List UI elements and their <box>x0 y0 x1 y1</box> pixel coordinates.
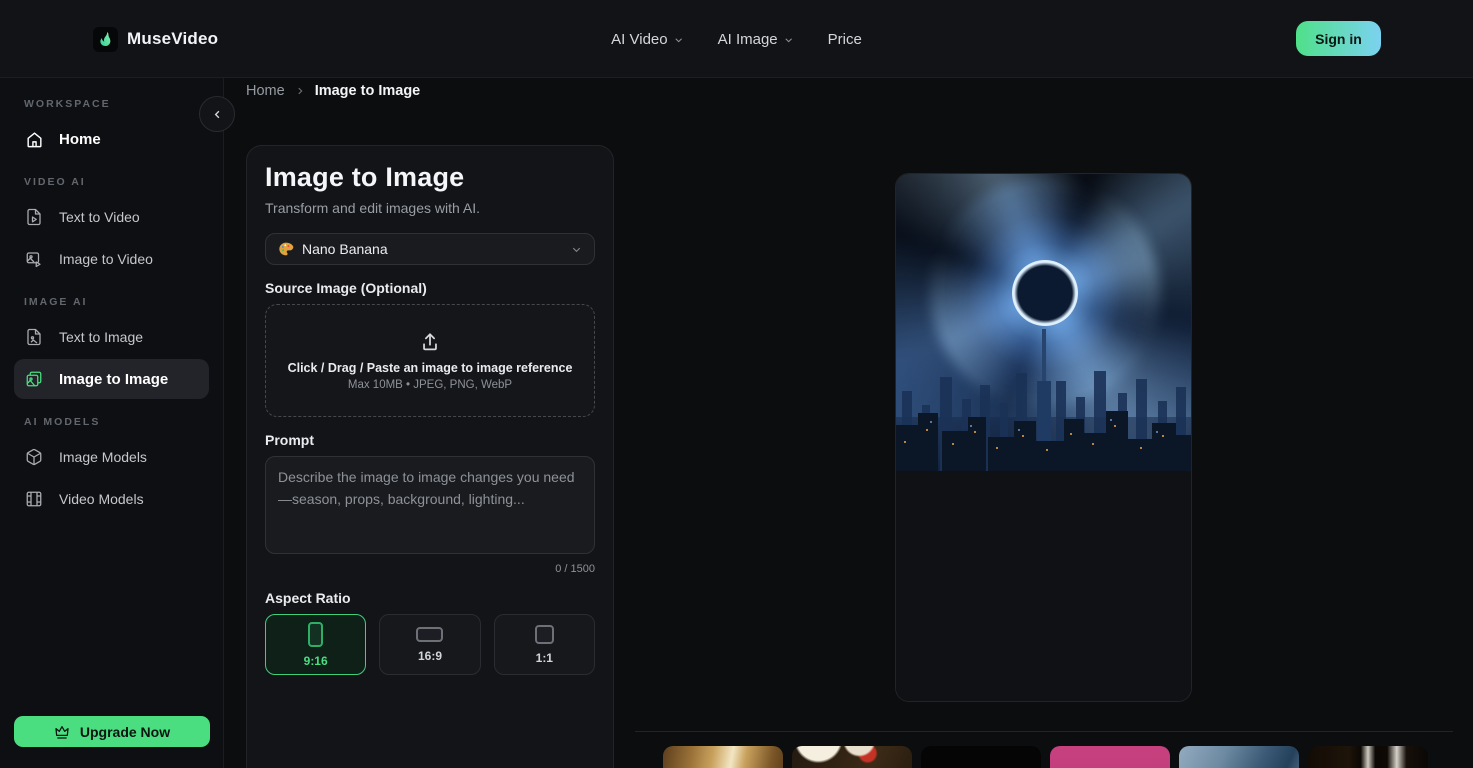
aspect-option-1-1[interactable]: 1:1 <box>494 614 595 675</box>
gallery-divider <box>635 731 1453 732</box>
portrait-ratio-icon <box>308 622 323 647</box>
image-to-image-icon <box>24 369 44 389</box>
character-counter: 0 / 1500 <box>265 563 595 575</box>
sign-in-button[interactable]: Sign in <box>1296 21 1381 56</box>
nav-item-ai-video[interactable]: AI Video <box>611 31 683 48</box>
flame-icon <box>93 27 118 52</box>
preview-empty-area <box>896 471 1191 702</box>
source-image-label: Source Image (Optional) <box>265 280 595 296</box>
chevron-down-icon <box>571 244 582 255</box>
palette-icon <box>278 241 294 257</box>
home-icon <box>24 129 44 149</box>
sidebar-section-video-ai: VIDEO AI <box>0 176 223 188</box>
city-skyline <box>896 321 1192 471</box>
model-select-value: Nano Banana <box>302 241 388 257</box>
gallery-thumbnail[interactable] <box>792 746 912 768</box>
video-models-icon <box>24 489 44 509</box>
crown-icon <box>54 724 70 740</box>
brand[interactable]: MuseVideo <box>93 0 218 78</box>
sidebar-item-image-to-video[interactable]: Image to Video <box>14 239 209 279</box>
preview-image <box>896 174 1192 471</box>
chevron-right-icon <box>295 86 305 96</box>
gallery-thumbnail[interactable] <box>1050 746 1170 768</box>
sidebar: WORKSPACE Home VIDEO AI Text to Video Im… <box>0 78 224 768</box>
gallery-thumbnail[interactable] <box>1179 746 1299 768</box>
breadcrumb-current: Image to Image <box>315 83 421 99</box>
brand-name: MuseVideo <box>127 29 218 49</box>
image-to-video-icon <box>24 249 44 269</box>
gallery-thumbnail[interactable] <box>1308 746 1428 768</box>
aspect-ratio-options: 9:16 16:9 1:1 <box>265 614 595 675</box>
gallery-strip <box>663 746 1428 768</box>
app-screen: MuseVideo AI Video AI Image Price Sign i… <box>0 0 1473 768</box>
top-header: MuseVideo AI Video AI Image Price Sign i… <box>0 0 1473 78</box>
prompt-label: Prompt <box>265 432 595 448</box>
upload-icon <box>419 331 441 353</box>
page-subtitle: Transform and edit images with AI. <box>265 200 595 216</box>
page-title: Image to Image <box>265 162 595 193</box>
sidebar-item-home[interactable]: Home <box>14 119 209 159</box>
gallery-thumbnail[interactable] <box>921 746 1041 768</box>
model-select[interactable]: Nano Banana <box>265 233 595 265</box>
sidebar-collapse-button[interactable] <box>199 96 235 132</box>
image-models-icon <box>24 447 44 467</box>
nav-item-price[interactable]: Price <box>828 31 862 48</box>
chevron-left-icon <box>212 109 223 120</box>
aspect-ratio-label: Aspect Ratio <box>265 590 595 606</box>
top-nav: AI Video AI Image Price <box>611 0 862 78</box>
text-to-video-icon <box>24 207 44 227</box>
sidebar-item-image-to-image[interactable]: Image to Image <box>14 359 209 399</box>
landscape-ratio-icon <box>416 627 443 642</box>
chevron-down-icon <box>674 35 684 45</box>
chevron-down-icon <box>784 35 794 45</box>
upload-main-text: Click / Drag / Paste an image to image r… <box>288 361 573 375</box>
sidebar-section-image-ai: IMAGE AI <box>0 296 223 308</box>
breadcrumb: Home Image to Image <box>246 83 420 99</box>
image-to-image-form-panel: Image to Image Transform and edit images… <box>246 145 614 768</box>
nav-item-ai-image[interactable]: AI Image <box>718 31 794 48</box>
breadcrumb-home-link[interactable]: Home <box>246 83 285 99</box>
sidebar-item-text-to-image[interactable]: Text to Image <box>14 317 209 357</box>
gallery-thumbnail[interactable] <box>663 746 783 768</box>
sidebar-item-image-models[interactable]: Image Models <box>14 437 209 477</box>
aspect-option-9-16[interactable]: 9:16 <box>265 614 366 675</box>
preview-card <box>895 173 1192 702</box>
vortex-orb <box>1012 260 1078 326</box>
upload-sub-text: Max 10MB • JPEG, PNG, WebP <box>348 379 512 391</box>
upgrade-button[interactable]: Upgrade Now <box>14 716 210 747</box>
upload-dropzone[interactable]: Click / Drag / Paste an image to image r… <box>265 304 595 417</box>
sidebar-item-video-models[interactable]: Video Models <box>14 479 209 519</box>
sidebar-item-text-to-video[interactable]: Text to Video <box>14 197 209 237</box>
square-ratio-icon <box>535 625 554 644</box>
sidebar-section-workspace: WORKSPACE <box>0 98 223 110</box>
text-to-image-icon <box>24 327 44 347</box>
sidebar-section-ai-models: AI MODELS <box>0 416 223 428</box>
prompt-textarea[interactable] <box>265 456 595 554</box>
aspect-option-16-9[interactable]: 16:9 <box>379 614 480 675</box>
